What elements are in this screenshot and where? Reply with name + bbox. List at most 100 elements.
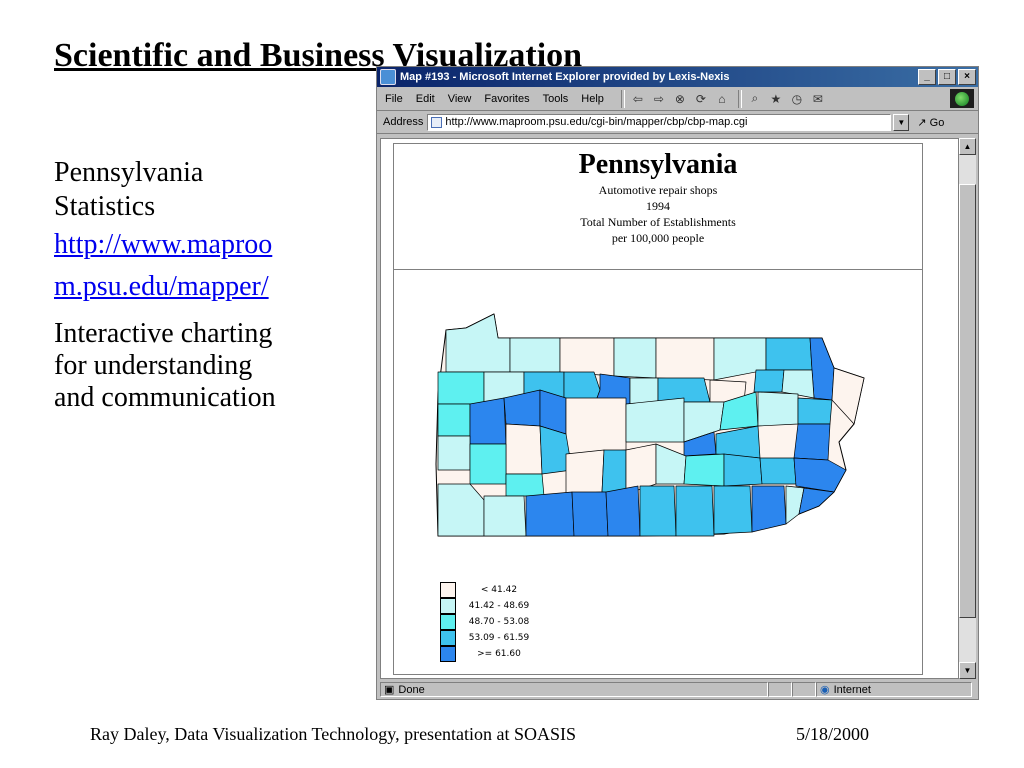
mail-icon[interactable]: ✉ [809, 90, 827, 107]
menu-tools[interactable]: Tools [543, 93, 569, 105]
county[interactable] [723, 453, 763, 487]
county[interactable] [613, 337, 657, 379]
toolbar-separator [620, 89, 625, 108]
menu-edit[interactable]: Edit [416, 93, 435, 105]
status-pane-zone: ◉ Internet [816, 682, 972, 697]
status-pane-main: ▣ Done [380, 682, 768, 697]
address-input[interactable]: http://www.maproom.psu.edu/cgi-bin/mappe… [427, 113, 892, 131]
vertical-scrollbar[interactable]: ▲ ▼ [959, 138, 976, 679]
maproom-link[interactable]: http://www.maproom.psu.edu/mapper/ [54, 224, 294, 308]
county[interactable] [509, 337, 561, 373]
county[interactable] [559, 337, 615, 377]
county[interactable] [437, 483, 485, 537]
county[interactable] [753, 369, 785, 393]
scroll-down-icon[interactable]: ▼ [959, 662, 976, 679]
county[interactable] [601, 449, 627, 495]
status-bar: ▣ Done ◉ Internet [380, 681, 976, 698]
status-text: Done [398, 683, 425, 696]
left-line-1: Pennsylvania [54, 157, 204, 188]
county[interactable] [639, 485, 677, 537]
county[interactable] [483, 495, 527, 537]
menu-help[interactable]: Help [581, 93, 604, 105]
county[interactable] [469, 443, 507, 485]
legend-label: 53.09 - 61.59 [468, 633, 530, 643]
home-icon[interactable]: ⌂ [713, 90, 731, 107]
county[interactable] [793, 423, 831, 461]
minimize-button[interactable]: _ [918, 69, 936, 85]
legend-label: < 41.42 [480, 585, 518, 595]
legend-swatch-2 [440, 598, 456, 614]
county[interactable] [437, 403, 471, 437]
map-header: Pennsylvania Automotive repair shops 199… [394, 144, 922, 270]
footer-presenter: Ray Daley, Data Visualization Technology… [90, 724, 577, 744]
county[interactable] [437, 371, 485, 405]
status-pane-empty [792, 682, 816, 697]
legend-row: 41.42 - 48.69 [440, 598, 534, 614]
address-bar: Address http://www.maproom.psu.edu/cgi-b… [377, 111, 978, 134]
windows-logo-icon [950, 89, 974, 108]
county[interactable] [571, 491, 609, 537]
maximize-button[interactable]: □ [938, 69, 956, 85]
county[interactable] [713, 485, 753, 535]
county[interactable] [759, 457, 797, 485]
map-subtitle-line-2: 1994 [646, 199, 670, 213]
page-icon [431, 116, 443, 128]
stop-icon[interactable]: ⊗ [671, 90, 689, 107]
pennsylvania-choropleth-map[interactable] [394, 274, 922, 574]
ie-app-icon[interactable] [380, 69, 396, 85]
legend-label: 41.42 - 48.69 [468, 601, 530, 611]
county[interactable] [625, 397, 685, 443]
map-title: Pennsylvania [578, 149, 738, 180]
legend-row: 48.70 - 53.08 [440, 614, 534, 630]
forward-icon[interactable]: ⇨ [650, 90, 668, 107]
address-label: Address [383, 116, 424, 128]
county[interactable] [655, 337, 715, 381]
county[interactable] [437, 435, 471, 471]
map-subtitle-line-4: per 100,000 people [611, 231, 705, 245]
menu-view[interactable]: View [448, 93, 472, 105]
map-legend: < 41.42 41.42 - 48.69 48.70 - 53.08 53.0… [440, 582, 534, 662]
county[interactable] [525, 491, 575, 537]
county[interactable] [505, 423, 543, 475]
county[interactable] [675, 485, 715, 537]
county[interactable] [757, 391, 799, 427]
legend-row: < 41.42 [440, 582, 534, 598]
favorites-icon[interactable]: ★ [767, 90, 785, 107]
county[interactable] [445, 313, 511, 373]
county[interactable] [505, 473, 545, 497]
county[interactable] [469, 397, 507, 445]
county[interactable] [565, 449, 605, 495]
go-button[interactable]: ↗ Go [917, 116, 944, 129]
menu-file[interactable]: File [385, 93, 403, 105]
scroll-up-icon[interactable]: ▲ [959, 138, 976, 155]
county[interactable] [629, 377, 659, 405]
search-icon[interactable]: ⌕ [746, 90, 764, 107]
refresh-icon[interactable]: ⟳ [692, 90, 710, 107]
window-title: Map #193 - Microsoft Internet Explorer p… [400, 71, 730, 83]
map-subtitle-line-1: Automotive repair shops [598, 183, 718, 197]
county[interactable] [765, 337, 813, 371]
county[interactable] [798, 487, 835, 515]
legend-row: 53.09 - 61.59 [440, 630, 534, 646]
address-dropdown-icon[interactable]: ▼ [893, 113, 910, 131]
county[interactable] [605, 485, 641, 537]
left-line-2: Statistics [54, 191, 156, 222]
footer-date: 5/18/2000 [796, 724, 870, 744]
county[interactable] [751, 485, 787, 533]
legend-row: >= 61.60 [440, 646, 534, 662]
history-icon[interactable]: ◷ [788, 90, 806, 107]
close-button[interactable]: × [958, 69, 976, 85]
menu-bar: File Edit View Favorites Tools Help ⇦ ⇨ … [377, 87, 978, 111]
county[interactable] [565, 397, 627, 455]
legend-swatch-3 [440, 614, 456, 630]
slide-left-text: Pennsylvania Statistics http://www.mapro… [54, 156, 294, 414]
back-icon[interactable]: ⇦ [629, 90, 647, 107]
county[interactable] [683, 453, 725, 487]
map-subtitle-line-3: Total Number of Establishments [580, 215, 736, 229]
go-label: Go [929, 116, 945, 129]
menu-favorites[interactable]: Favorites [484, 93, 529, 105]
title-bar[interactable]: Map #193 - Microsoft Internet Explorer p… [377, 67, 978, 87]
legend-label: >= 61.60 [477, 649, 521, 659]
county[interactable] [797, 397, 833, 425]
scroll-thumb[interactable] [959, 184, 976, 618]
